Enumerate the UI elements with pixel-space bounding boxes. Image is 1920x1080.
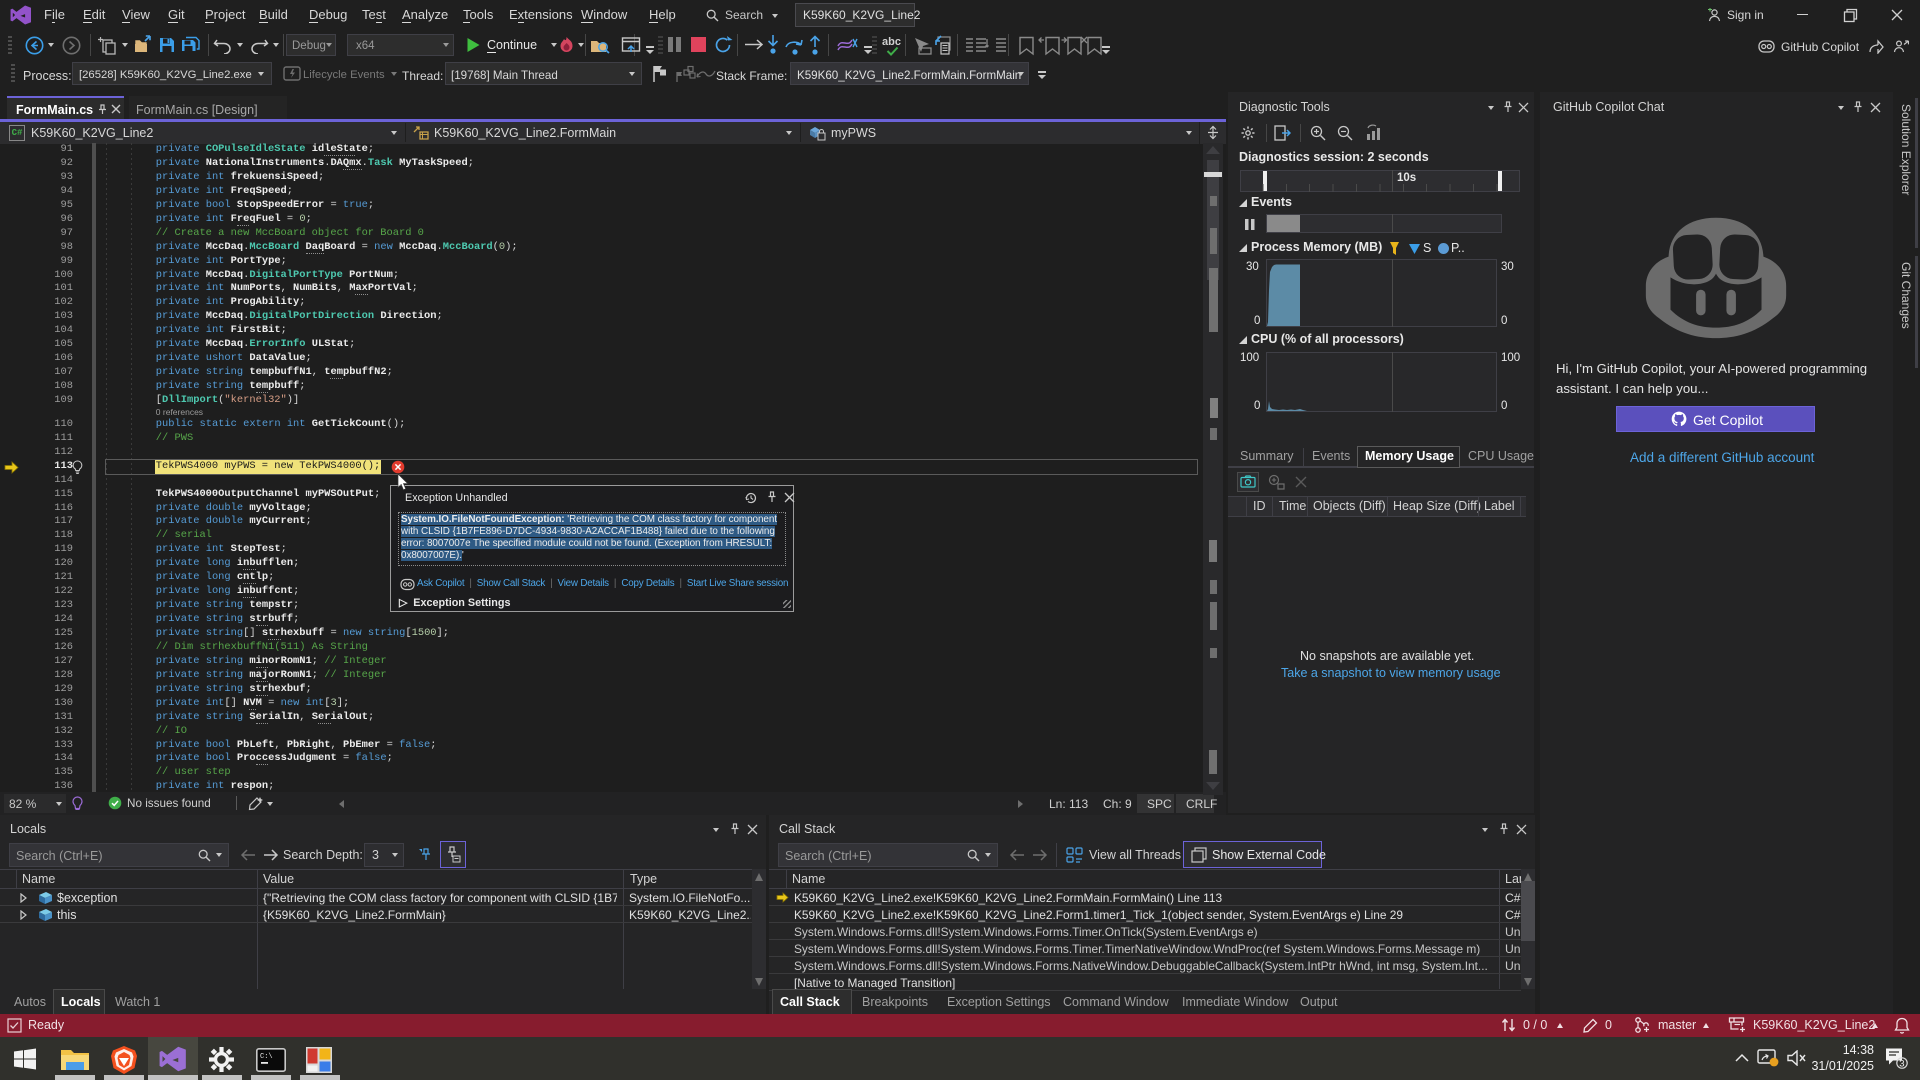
svg-text:3: 3 (1899, 1059, 1904, 1070)
svg-text:C:\: C:\ (260, 1053, 273, 1061)
